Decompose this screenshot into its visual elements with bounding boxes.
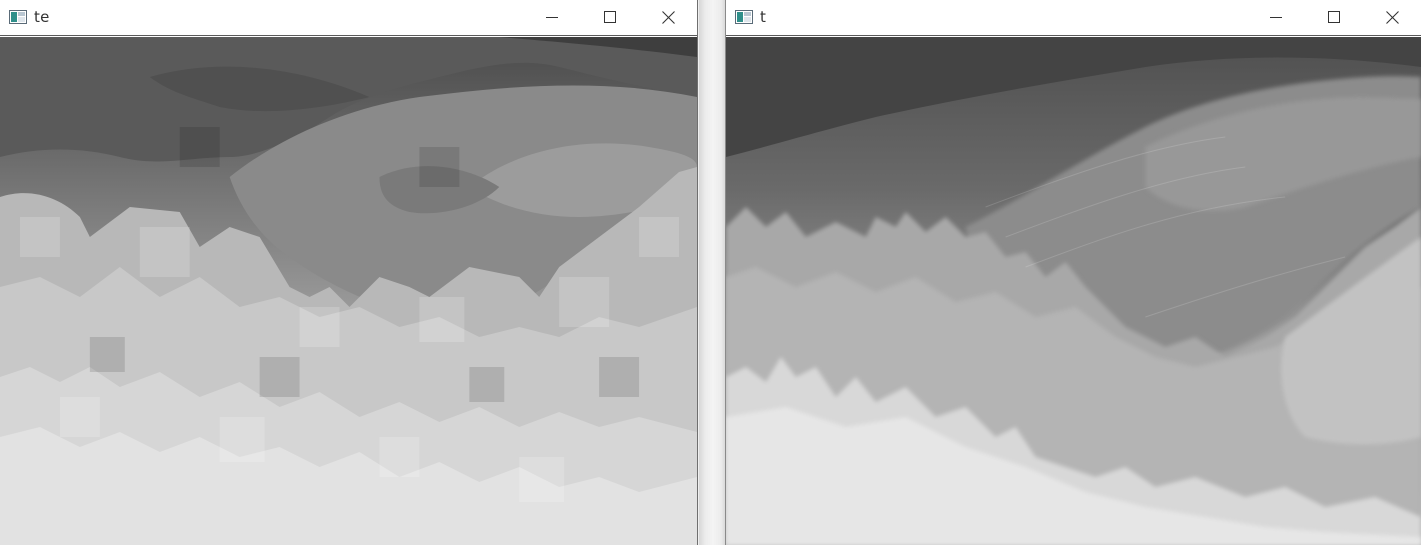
window-titlebar[interactable]: te bbox=[0, 0, 697, 36]
maximize-icon bbox=[604, 11, 616, 23]
image-window-te[interactable]: te bbox=[0, 0, 698, 545]
image-canvas[interactable] bbox=[0, 37, 697, 545]
image-canvas[interactable] bbox=[726, 37, 1421, 545]
image-window-t[interactable]: t bbox=[725, 0, 1421, 545]
close-icon bbox=[661, 10, 675, 24]
app-window-icon bbox=[735, 10, 753, 24]
minimize-icon bbox=[1270, 17, 1282, 18]
window-gap bbox=[699, 0, 725, 545]
minimize-icon bbox=[546, 17, 558, 18]
window-controls bbox=[523, 0, 697, 36]
window-title: te bbox=[34, 8, 50, 26]
smooth-depth-image bbox=[726, 37, 1421, 545]
close-button[interactable] bbox=[639, 0, 697, 34]
app-window-icon bbox=[9, 10, 27, 24]
close-icon bbox=[1385, 10, 1399, 24]
window-title: t bbox=[760, 8, 767, 26]
maximize-icon bbox=[1328, 11, 1340, 23]
close-button[interactable] bbox=[1363, 0, 1421, 34]
maximize-button[interactable] bbox=[1305, 0, 1363, 34]
minimize-button[interactable] bbox=[1247, 0, 1305, 34]
blocky-depth-image bbox=[0, 37, 697, 545]
maximize-button[interactable] bbox=[581, 0, 639, 34]
window-titlebar[interactable]: t bbox=[726, 0, 1421, 36]
minimize-button[interactable] bbox=[523, 0, 581, 34]
desktop: te t bbox=[0, 0, 1421, 545]
window-controls bbox=[1247, 0, 1421, 36]
